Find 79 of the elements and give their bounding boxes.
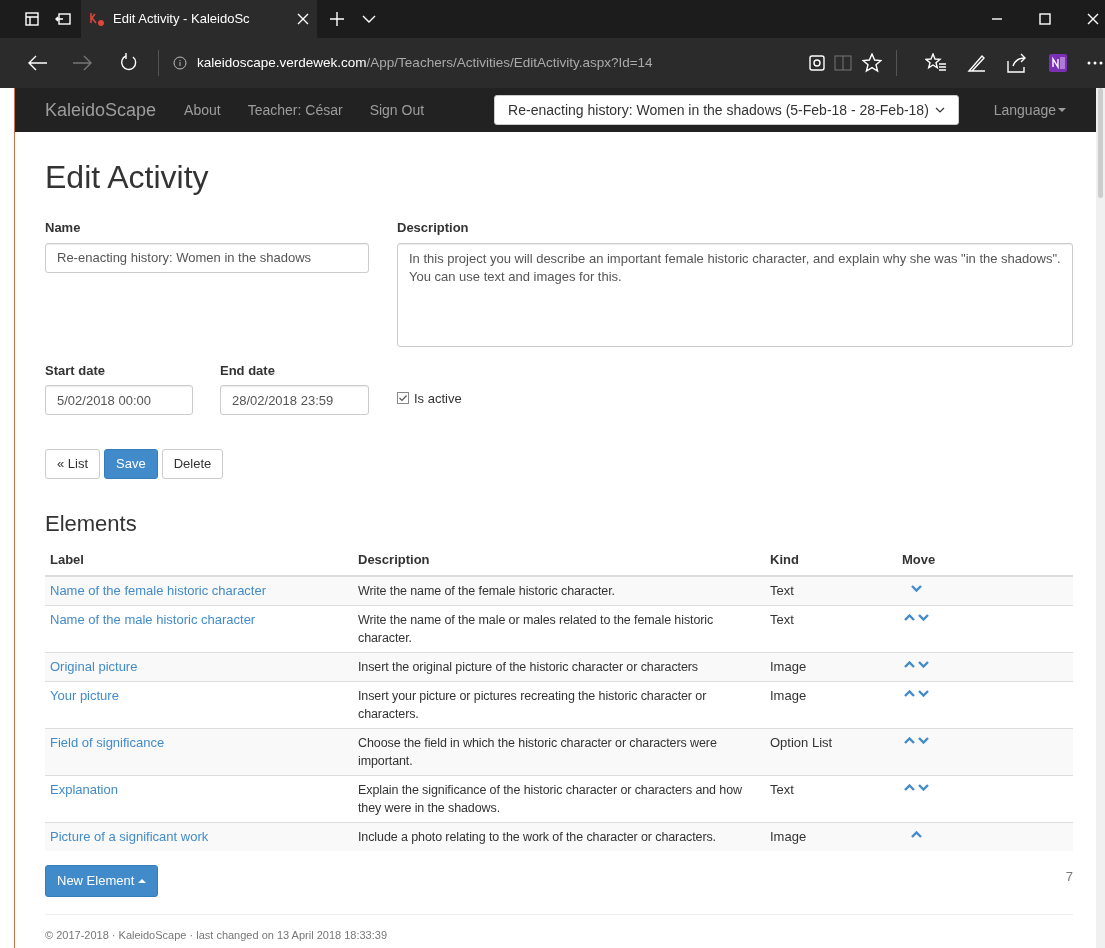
info-icon: [173, 56, 187, 70]
table-cell: Option List: [765, 728, 897, 775]
address-field[interactable]: kaleidoscape.verdewek.com/App/Teachers/Activities/EditActivity.aspx?Id=14: [197, 52, 653, 74]
chevron-up-icon[interactable]: [904, 736, 915, 744]
pen-icon[interactable]: [967, 53, 987, 73]
element-link[interactable]: Field of significance: [50, 734, 165, 750]
close-icon[interactable]: [1087, 13, 1099, 25]
table-cell: Insert the original picture of the historic character or characters: [353, 652, 765, 681]
caret-up-icon: [138, 878, 147, 883]
element-link[interactable]: Your picture: [50, 687, 119, 703]
column-header: Label: [45, 545, 353, 576]
browser-tab[interactable]: Edit Activity - KaleidoSc: [81, 0, 317, 38]
new-tab-icon[interactable]: [330, 12, 344, 26]
table-cell: Write the name of the male or males related to the female historic character.: [353, 605, 765, 652]
chevron-up-icon[interactable]: [904, 689, 915, 697]
more-icon[interactable]: [1087, 61, 1103, 65]
checkbox-label: Is active: [414, 389, 462, 408]
chevron-down-icon: [934, 107, 945, 113]
chevron-up-icon[interactable]: [904, 613, 915, 621]
nav-link[interactable]: About: [184, 99, 221, 121]
table-cell: Write the name of the female historic character.: [353, 575, 765, 605]
end-date-field[interactable]: 28/02/2018 23:59: [220, 385, 369, 415]
activity-select[interactable]: Re-enacting history: Women in the shadows (5-Feb-18 - 28-Feb-18): [494, 95, 959, 125]
chevron-up-icon[interactable]: [911, 830, 922, 838]
favorites-icon[interactable]: [925, 53, 947, 73]
element-link[interactable]: Name of the male historic character: [50, 611, 256, 627]
back-tabs-icon[interactable]: [55, 12, 71, 26]
element-link[interactable]: Explanation: [50, 781, 118, 797]
forward-icon[interactable]: [72, 55, 92, 71]
element-link[interactable]: Name of the female historic character: [50, 582, 267, 598]
footer-text: © 2017-2018 · KaleidoScape · last changed on 13 April 2018 18:33:39: [45, 927, 389, 943]
new-element-button[interactable]: New Element: [45, 864, 159, 897]
table-cell: Text: [765, 575, 897, 605]
site-icon: [89, 11, 105, 27]
page-title: Edit Activity: [45, 158, 210, 196]
delete-button[interactable]: Delete: [161, 449, 224, 479]
caret-down-icon: [1058, 108, 1066, 112]
description-field[interactable]: In this project you will describe an important female historic character, and explain why she was "in the shadows". You can use text and images for this.: [397, 242, 1073, 347]
table-cell: Image: [765, 681, 897, 728]
column-header: Description: [353, 545, 765, 576]
table-cell: Image: [765, 822, 897, 851]
maximize-icon[interactable]: [1039, 13, 1051, 25]
element-count: 7: [1065, 867, 1073, 886]
checkbox[interactable]: [397, 392, 409, 405]
section-title: Elements: [45, 511, 138, 537]
tabs-icon[interactable]: [25, 12, 39, 26]
nav-link[interactable]: Teacher: César: [247, 99, 343, 121]
save-button[interactable]: Save: [104, 449, 158, 479]
table-cell: Text: [765, 605, 897, 652]
brand-link[interactable]: KaleidoScape: [45, 96, 157, 124]
table-cell: Explain the significance of the historic character or characters and how they were in the shadows.: [353, 775, 765, 822]
notebook-icon[interactable]: [1049, 54, 1067, 72]
close-icon[interactable]: [297, 13, 309, 25]
column-header: Move: [897, 545, 1073, 576]
table-cell: Include a photo relating to the work of the character or characters.: [353, 822, 765, 851]
element-link[interactable]: Picture of a significant work: [50, 828, 209, 844]
star-icon[interactable]: [862, 53, 882, 73]
chevron-up-icon[interactable]: [904, 783, 915, 791]
table-cell: Image: [765, 652, 897, 681]
table-cell: Insert your picture or pictures recreating the historic character or characters.: [353, 681, 765, 728]
field-label: Start date: [45, 361, 106, 380]
share-icon[interactable]: [1007, 53, 1027, 73]
list-button[interactable]: « List: [45, 449, 101, 479]
field-label: Description: [397, 219, 470, 237]
table-cell: Choose the field in which the historic character or characters were important.: [353, 728, 765, 775]
back-icon[interactable]: [28, 55, 48, 71]
element-link[interactable]: Original picture: [50, 658, 138, 674]
scrollbar-thumb[interactable]: [1098, 88, 1103, 198]
field-label: Name: [45, 219, 82, 237]
column-header: Kind: [765, 545, 897, 576]
name-field[interactable]: Re-enacting history: Women in the shadows: [45, 242, 369, 273]
table-cell: Text: [765, 775, 897, 822]
start-date-field[interactable]: 5/02/2018 00:00: [45, 385, 193, 415]
field-label: End date: [220, 361, 276, 380]
tab-title: Edit Activity - KaleidoSc: [113, 10, 251, 29]
refresh-icon[interactable]: [118, 53, 138, 73]
nav-link[interactable]: Sign Out: [369, 99, 425, 121]
chevron-up-icon[interactable]: [904, 660, 915, 668]
language-menu[interactable]: Language: [993, 99, 1066, 121]
